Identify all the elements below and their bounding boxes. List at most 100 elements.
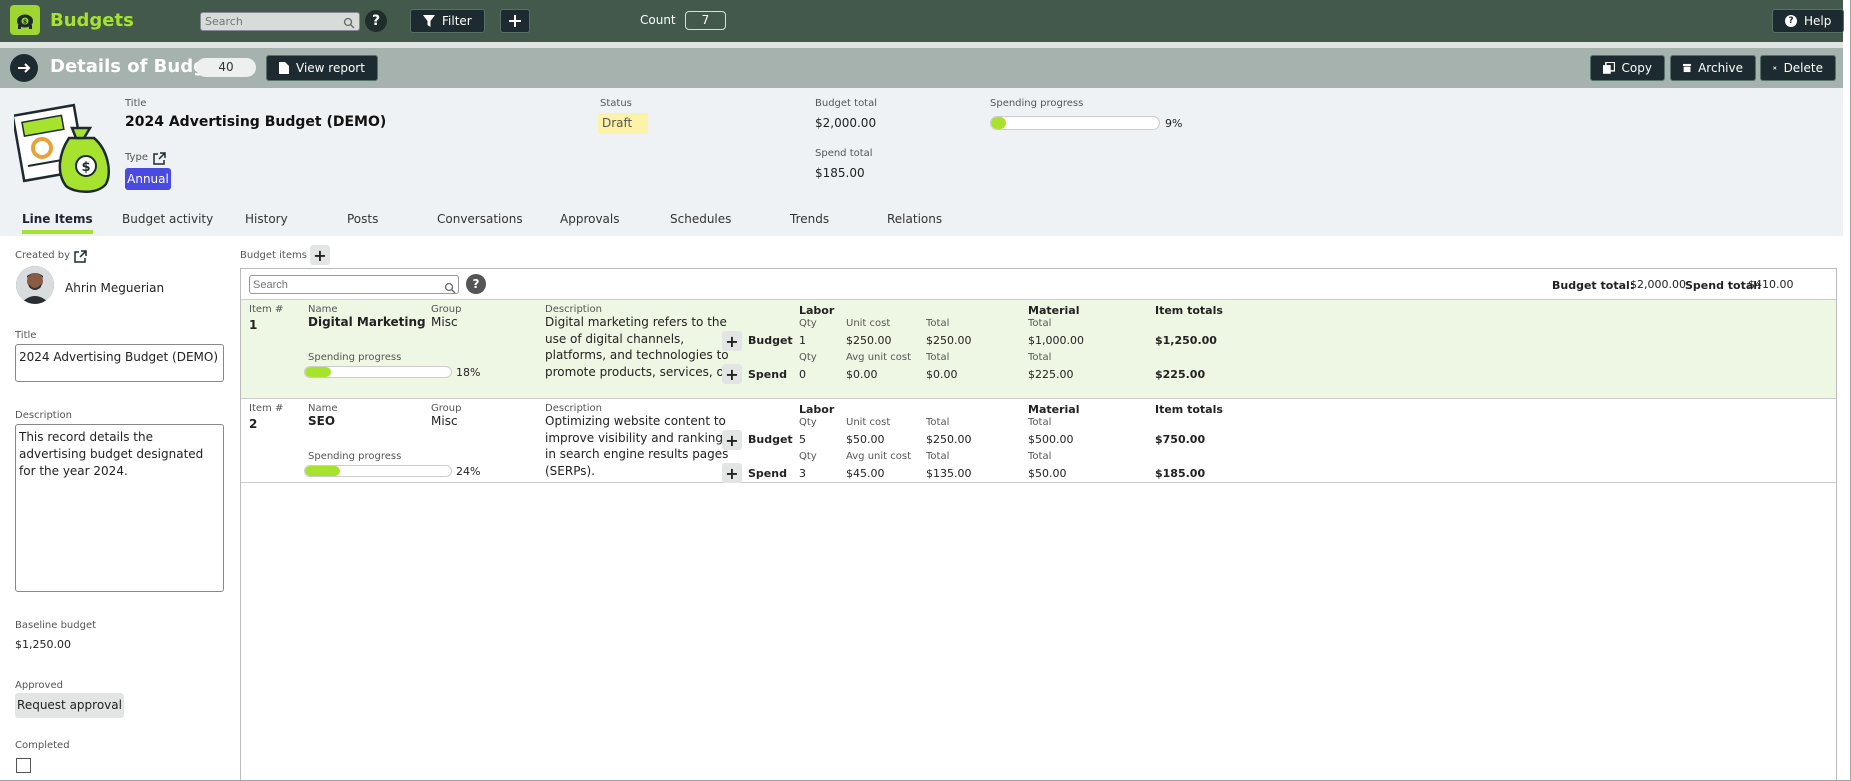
tab-budget-activity[interactable]: Budget activity [122,212,213,226]
copy-button[interactable]: Copy [1590,55,1665,81]
item-progress-label: Spending progress [308,451,402,462]
completed-checkbox[interactable] [16,758,31,773]
help-label: Help [1804,14,1832,28]
table-row[interactable]: Item # 1 Name Digital Marketing Group Mi… [241,299,1836,398]
group-label: Group [431,403,462,414]
baseline-budget-value: $1,250.00 [15,638,71,651]
group-label: Group [431,304,462,315]
global-search-input[interactable] [200,12,360,31]
help-button[interactable]: ? Help [1772,9,1845,33]
labor-total-label: Total [926,451,950,462]
spending-progress-percent: 9% [1165,117,1183,130]
budget-item-total: $1,250.00 [1155,334,1217,347]
help-question-icon[interactable]: ? [466,274,486,294]
item-group: Misc [431,315,458,329]
delete-button[interactable]: Delete [1760,55,1836,81]
spend-qty: 0 [799,368,806,381]
spend-row-label: Spend [748,467,787,480]
help-question-icon[interactable]: ? [365,10,387,32]
budget-material-total: $500.00 [1028,433,1074,446]
name-label: Name [308,304,338,315]
item-progress-fill [305,367,332,377]
budget-total-label: Budget total [815,98,878,109]
spending-progress-fill [991,117,1007,129]
close-icon [1773,66,1777,70]
completed-label: Completed [15,740,70,751]
labor-header: Labor [799,304,835,317]
archive-icon [1683,63,1692,73]
tab-relations[interactable]: Relations [887,212,942,226]
details-header: Details of Budget 40 View report Copy Ar… [0,42,1843,88]
piggy-bank-icon[interactable]: $ [10,5,40,35]
budget-unit-cost: $50.00 [846,433,885,446]
spending-progress-label: Spending progress [990,98,1084,109]
labor-header: Labor [799,403,835,416]
qty-label: Qty [799,417,817,428]
request-approval-button[interactable]: Request approval [15,693,124,718]
tab-line-items[interactable]: Line Items [22,212,93,234]
archive-button[interactable]: Archive [1670,55,1756,81]
description-label: Description [15,410,72,421]
description-field[interactable]: This record details the advertising budg… [15,424,224,592]
tab-posts[interactable]: Posts [347,212,378,226]
tab-bar: Line Items Budget activity History Posts… [0,206,1843,236]
material-header: Material [1028,304,1080,317]
record-sidebar: Created by Ahrin Meguerian Title 2024 Ad… [0,238,238,780]
count-value: 7 [685,11,726,30]
tab-approvals[interactable]: Approvals [560,212,620,226]
view-report-button[interactable]: View report [266,55,378,81]
add-spend-button[interactable]: + [722,364,742,384]
item-progress-label: Spending progress [308,352,402,363]
svg-text:$: $ [23,19,27,26]
plus-icon [509,15,521,27]
items-spend-total-value: $410.00 [1748,278,1794,291]
add-spend-button[interactable]: + [722,463,742,483]
budget-item-total: $750.00 [1155,433,1206,446]
add-button[interactable] [500,9,530,33]
external-link-icon[interactable] [153,150,166,169]
search-icon[interactable] [343,14,355,33]
budget-material-total: $1,000.00 [1028,334,1084,347]
budget-labor-total: $250.00 [926,433,972,446]
external-link-icon[interactable] [74,248,87,267]
tab-trends[interactable]: Trends [790,212,829,226]
spend-labor-total: $0.00 [926,368,958,381]
item-number-label: Item # [249,304,284,315]
item-progress-percent: 18% [456,366,481,379]
add-budget-button[interactable]: + [722,331,742,351]
item-number: 2 [249,417,258,431]
title-field[interactable]: 2024 Advertising Budget (DEMO) [15,344,224,382]
budget-illustration-icon: $ [14,103,110,193]
material-total-label: Total [1028,417,1052,428]
spend-material-total: $225.00 [1028,368,1074,381]
document-icon [279,62,289,74]
budget-items-label: Budget items [240,250,307,261]
tab-schedules[interactable]: Schedules [670,212,731,226]
items-budget-total-label: Budget total: [1552,279,1635,292]
arrow-right-icon[interactable] [10,54,38,82]
item-name[interactable]: Digital Marketing [308,315,426,329]
filter-label: Filter [442,14,472,28]
item-totals-header: Item totals [1155,304,1223,317]
items-search-input[interactable] [249,275,459,294]
add-item-button[interactable]: + [310,245,330,265]
item-description: Optimizing website content to improve vi… [545,414,729,478]
filter-button[interactable]: Filter [410,9,485,33]
unit-cost-label: Unit cost [846,318,891,329]
copy-icon [1603,62,1615,74]
items-grid: ? Budget total: $2,000.00 Spend total: $… [240,268,1837,780]
view-report-label: View report [296,61,365,75]
item-number: 1 [249,318,258,332]
top-bar: $ Budgets ? Filter Count 7 ? Help [0,0,1845,42]
item-progress-percent: 24% [456,465,481,478]
item-number-label: Item # [249,403,284,414]
table-row[interactable]: Item # 2 Name SEO Group Misc Spending pr… [241,398,1836,483]
add-budget-button[interactable]: + [722,430,742,450]
tab-conversations[interactable]: Conversations [437,212,523,226]
budget-row-label: Budget [748,433,793,446]
budget-labor-total: $250.00 [926,334,972,347]
item-name[interactable]: SEO [308,414,335,428]
material-total-label: Total [1028,352,1052,363]
tab-history[interactable]: History [245,212,288,226]
search-icon[interactable] [444,279,456,298]
